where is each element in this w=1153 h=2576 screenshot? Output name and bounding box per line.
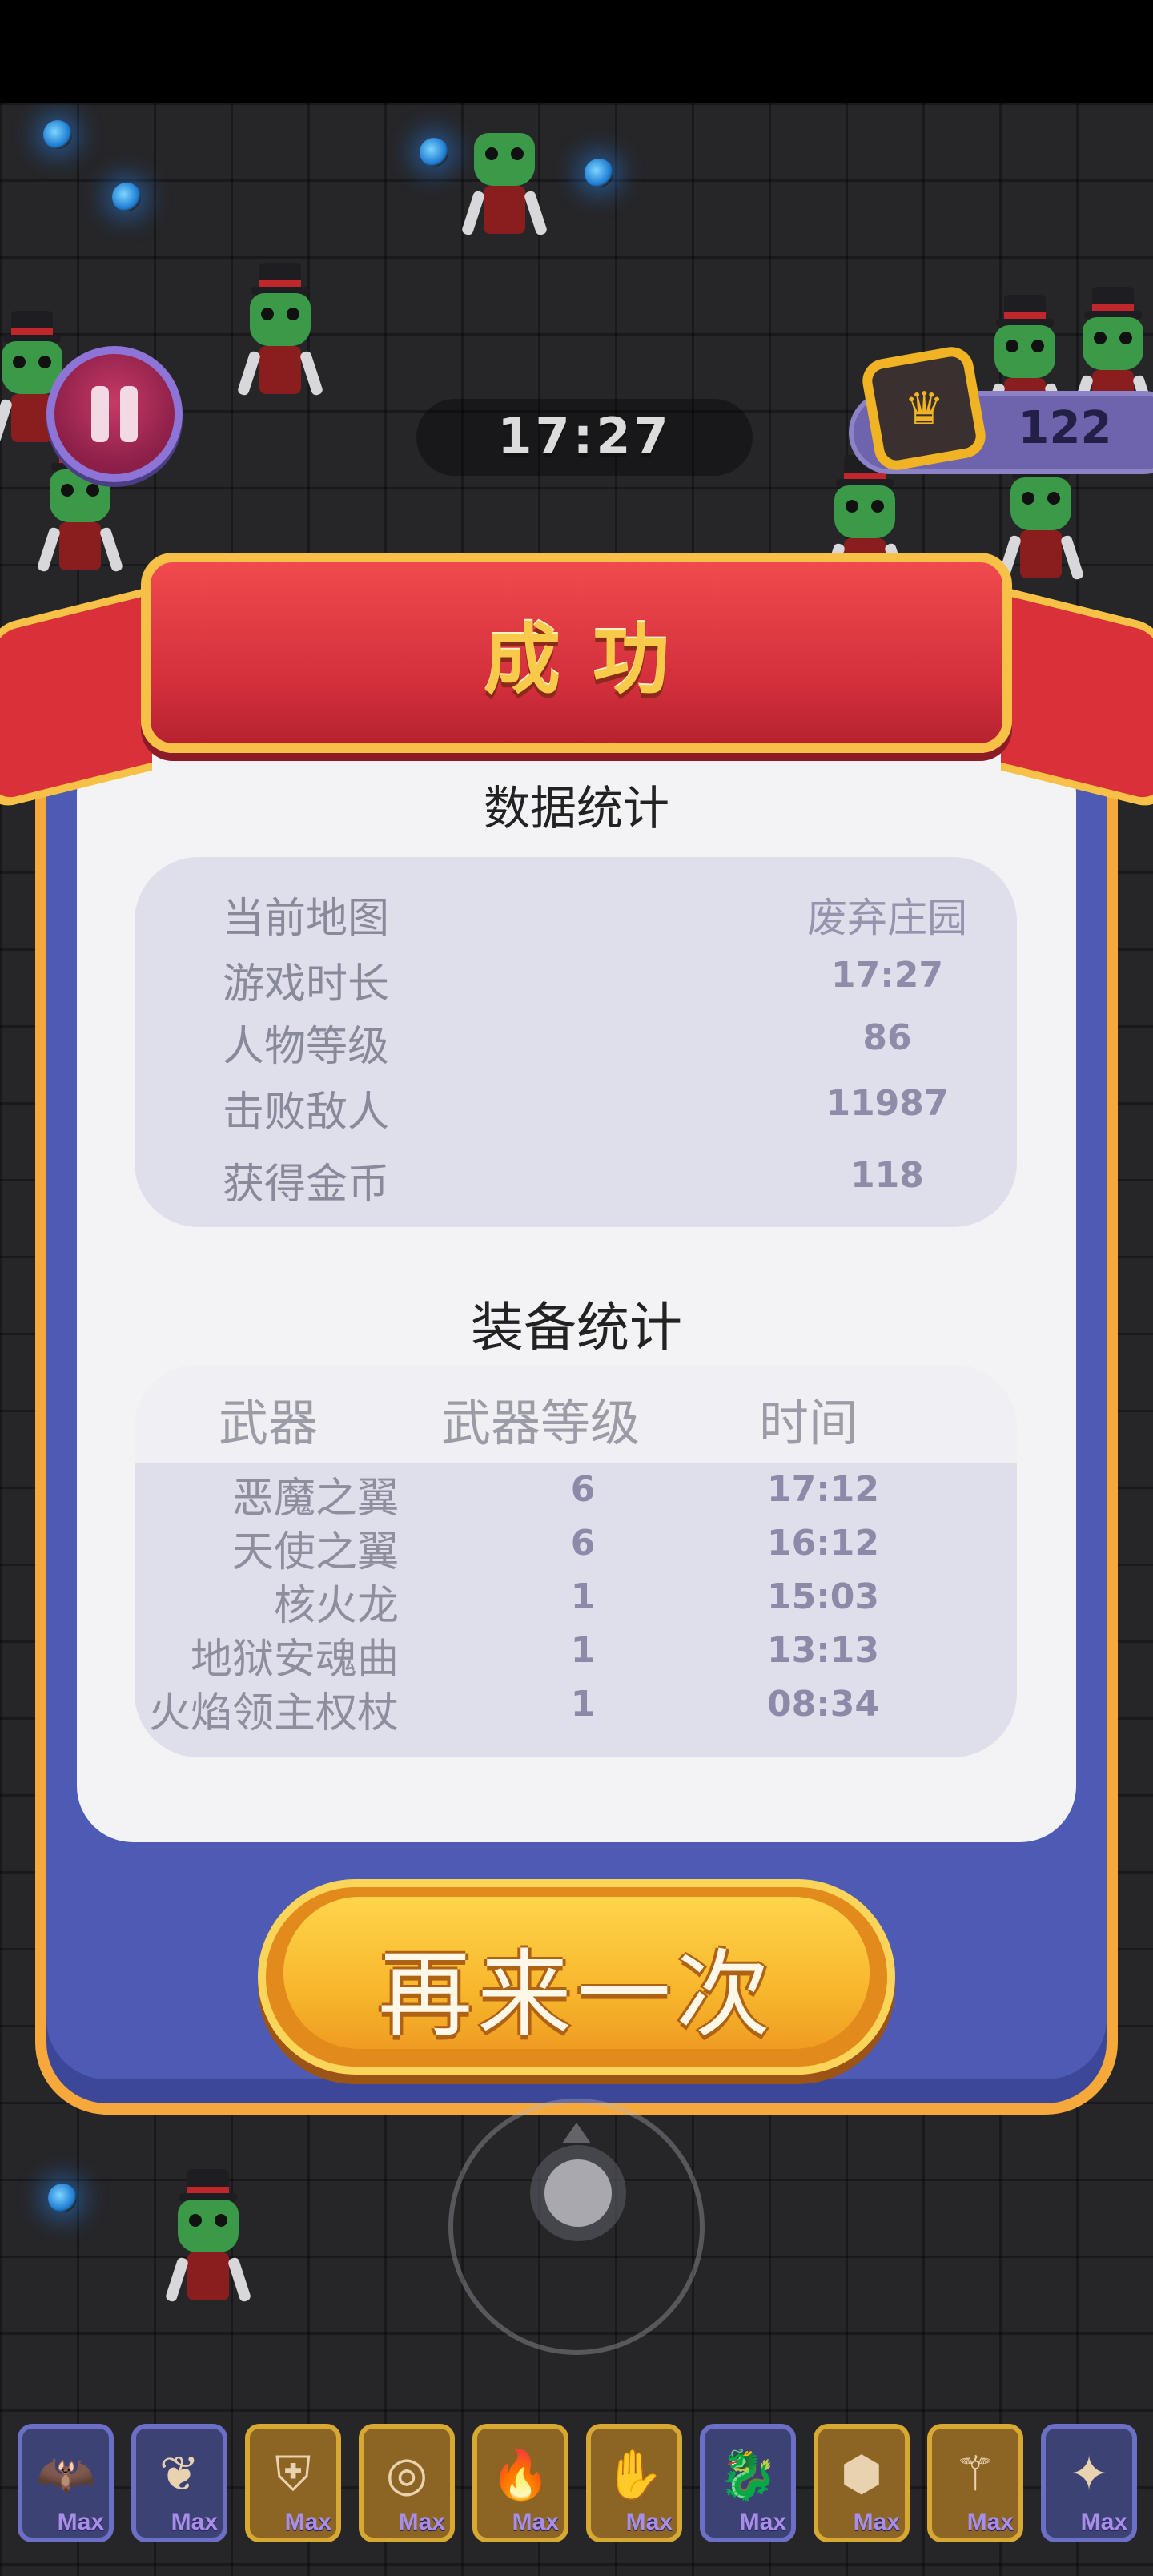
- zombie-enemy: [456, 103, 552, 255]
- max-badge: Max: [1080, 2509, 1127, 2535]
- column-header-time: 时间: [758, 1394, 858, 1452]
- stats-label: 获得金币: [223, 1161, 390, 1209]
- equipment-title: 装备统计: [471, 1297, 682, 1358]
- shield-icon: ⬢: [840, 2446, 883, 2502]
- dialog-title: 成功: [484, 614, 701, 705]
- weapon-slot[interactable]: 🐉 Max: [700, 2424, 796, 2542]
- angel-wings-icon: ❦: [159, 2446, 200, 2502]
- weapon-slot[interactable]: ⚚ Max: [927, 2424, 1023, 2542]
- weapon-slot[interactable]: ✋ Max: [586, 2424, 682, 2542]
- dragon-icon: 🐉: [717, 2447, 778, 2503]
- weapon-name: 火焰领主权杖: [148, 1689, 399, 1737]
- stats-title: 数据统计: [483, 781, 669, 835]
- weapon-name: 天使之翼: [231, 1528, 399, 1576]
- column-header-level: 武器等级: [440, 1394, 640, 1452]
- weapon-level: 6: [570, 1469, 596, 1510]
- stats-row: 获得金币 118: [135, 1150, 1017, 1214]
- xp-orb: [585, 159, 613, 187]
- max-badge: Max: [512, 2509, 559, 2535]
- table-row: 火焰领主权杖 1 08:34: [135, 1679, 1017, 1737]
- pause-button[interactable]: [46, 346, 183, 482]
- stats-label: 击败敌人: [223, 1089, 390, 1137]
- crown-icon: ♛: [903, 382, 945, 435]
- coin-count: 122: [1018, 402, 1112, 454]
- stats-value: 11987: [826, 1083, 949, 1124]
- top-status-bar: [0, 0, 1153, 103]
- armor-icon: ⛨: [275, 2446, 311, 2502]
- zombie-enemy: [232, 263, 328, 415]
- weapon-time: 17:12: [766, 1469, 880, 1510]
- stats-row: 击败敌人 11987: [135, 1078, 1017, 1142]
- weapon-name: 地狱安魂曲: [190, 1636, 399, 1684]
- weapon-time: 13:13: [766, 1630, 880, 1671]
- max-badge: Max: [625, 2509, 673, 2535]
- ring-icon: ◎: [385, 2446, 428, 2502]
- weapon-level: 1: [570, 1684, 596, 1725]
- joystick-knob[interactable]: [544, 2159, 612, 2227]
- pause-icon: [120, 386, 138, 442]
- crown-coin-icon: ♛: [858, 343, 990, 474]
- stats-value: 废弃庄园: [807, 895, 967, 941]
- weapon-slot[interactable]: ✦ Max: [1041, 2424, 1137, 2542]
- max-badge: Max: [739, 2509, 786, 2535]
- max-badge: Max: [966, 2509, 1014, 2535]
- xp-orb: [43, 120, 72, 149]
- weapon-name: 核火龙: [273, 1582, 399, 1630]
- staff-icon: ⚚: [954, 2446, 997, 2502]
- title-ribbon: 成功: [141, 553, 1012, 753]
- weapon-level: 1: [570, 1576, 596, 1617]
- stats-value: 17:27: [830, 955, 944, 996]
- table-row: 天使之翼 6 16:12: [135, 1518, 1017, 1576]
- weapon-time: 16:12: [766, 1523, 880, 1564]
- weapon-level: 6: [570, 1523, 596, 1564]
- weapon-slot[interactable]: ❦ Max: [131, 2424, 227, 2542]
- stats-row: 当前地图 废弃庄园: [135, 884, 1017, 948]
- weapon-slot[interactable]: ◎ Max: [359, 2424, 455, 2542]
- column-header-weapon: 武器: [218, 1394, 318, 1452]
- max-badge: Max: [398, 2509, 445, 2535]
- pause-icon: [91, 386, 109, 442]
- table-row: 地狱安魂曲 1 13:13: [135, 1625, 1017, 1684]
- weapon-level: 1: [570, 1630, 596, 1671]
- stats-value: 118: [850, 1155, 924, 1196]
- weapon-slot[interactable]: ⛨ Max: [245, 2424, 341, 2542]
- retry-button-label: 再来一次: [377, 1939, 775, 2050]
- table-row: 核火龙 1 15:03: [135, 1572, 1017, 1630]
- stats-row: 游戏时长 17:27: [135, 950, 1017, 1014]
- demon-wings-icon: 🦇: [35, 2447, 96, 2503]
- stats-row: 人物等级 86: [135, 1012, 1017, 1077]
- joystick-arrow-icon: [562, 2123, 591, 2143]
- stats-label: 游戏时长: [223, 960, 390, 1008]
- weapon-bar: 🦇 Max ❦ Max ⛨ Max ◎ Max 🔥 Max ✋ Max 🐉 Max ⬢ Max …: [18, 2424, 1139, 2544]
- table-row: 恶魔之翼 6 17:12: [135, 1464, 1017, 1523]
- game-timer: 17:27: [497, 407, 672, 465]
- stats-label: 当前地图: [223, 895, 390, 943]
- weapon-name: 恶魔之翼: [231, 1475, 399, 1523]
- xp-orb: [420, 138, 448, 167]
- max-badge: Max: [284, 2509, 331, 2535]
- max-badge: Max: [171, 2509, 218, 2535]
- weapon-slot[interactable]: 🦇 Max: [18, 2424, 114, 2542]
- stats-value: 86: [862, 1017, 912, 1058]
- glove-icon: ✋: [604, 2447, 665, 2503]
- crystal-icon: ✦: [1068, 2446, 1110, 2502]
- xp-orb: [48, 2184, 77, 2212]
- weapon-time: 08:34: [766, 1684, 880, 1725]
- xp-orb: [112, 183, 141, 211]
- torch-icon: 🔥: [490, 2447, 551, 2503]
- max-badge: Max: [57, 2509, 104, 2535]
- retry-button[interactable]: 再来一次: [258, 1879, 895, 2075]
- max-badge: Max: [853, 2509, 900, 2535]
- stats-label: 人物等级: [223, 1023, 390, 1071]
- weapon-time: 15:03: [766, 1576, 880, 1617]
- weapon-slot[interactable]: ⬢ Max: [814, 2424, 910, 2542]
- zombie-enemy: [160, 2169, 256, 2321]
- weapon-slot[interactable]: 🔥 Max: [472, 2424, 568, 2542]
